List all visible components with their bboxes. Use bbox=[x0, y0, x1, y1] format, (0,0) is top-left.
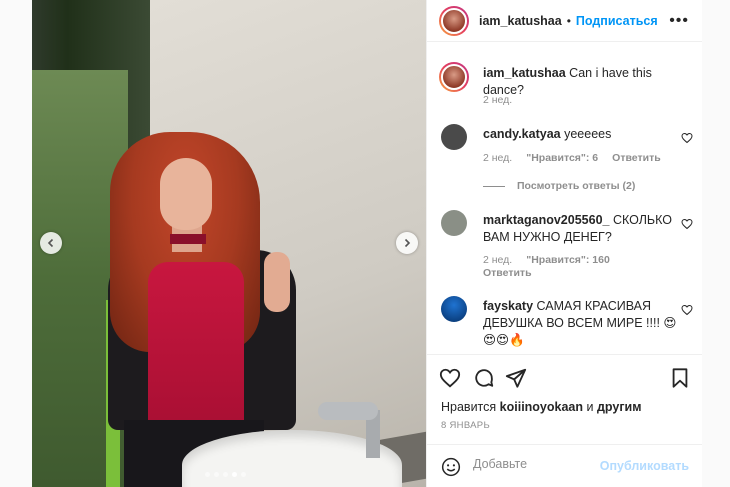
post-header: iam_katushaa • Подписаться ••• bbox=[427, 0, 703, 42]
post-side-panel: iam_katushaa • Подписаться ••• iam_katus… bbox=[426, 0, 703, 487]
carousel-dot bbox=[214, 472, 219, 477]
comment-body: yeeeees bbox=[564, 127, 612, 141]
header-separator: • bbox=[566, 13, 571, 28]
comment-row: marktaganov205560_ СКОЛЬКО ВАМ НУЖНО ДЕН… bbox=[439, 210, 695, 282]
likes-mid: и bbox=[586, 400, 594, 414]
comment-row: candy.katyaa yeeeees 2 нед. "Нравится": … bbox=[439, 124, 695, 194]
left-gutter bbox=[0, 0, 32, 487]
share-icon[interactable] bbox=[505, 367, 527, 389]
post-photo[interactable] bbox=[32, 0, 426, 487]
comment-text: marktaganov205560_ СКОЛЬКО ВАМ НУЖНО ДЕН… bbox=[483, 212, 679, 246]
comment-heart-icon[interactable] bbox=[681, 304, 693, 316]
comment-likes[interactable]: "Нравится": 6 bbox=[526, 152, 598, 164]
replies-line bbox=[483, 185, 505, 187]
comment-username[interactable]: fayskaty bbox=[483, 299, 533, 313]
likes-others[interactable]: другим bbox=[597, 400, 642, 414]
caption-text: iam_katushaa Can i have this dance? bbox=[483, 65, 679, 99]
add-comment-row: Опубликовать bbox=[427, 444, 703, 487]
comment-time[interactable]: 2 нед. bbox=[483, 254, 512, 266]
carousel-dots bbox=[205, 472, 246, 477]
comment-heart-icon[interactable] bbox=[681, 218, 693, 230]
comment-time[interactable]: 2 нед. bbox=[483, 152, 512, 164]
photo-top bbox=[148, 262, 244, 432]
follow-button[interactable]: Подписаться bbox=[576, 14, 658, 28]
carousel-dot bbox=[241, 472, 246, 477]
likes-prefix: Нравится bbox=[441, 400, 497, 414]
more-icon[interactable]: ••• bbox=[669, 12, 689, 30]
comment-avatar[interactable] bbox=[441, 296, 467, 322]
comment-username[interactable]: candy.katyaa bbox=[483, 127, 561, 141]
publish-button[interactable]: Опубликовать bbox=[600, 459, 689, 473]
comment-text: fayskaty САМАЯ КРАСИВАЯ ДЕВУШКА ВО ВСЕМ … bbox=[483, 298, 679, 349]
likes-user[interactable]: koiiinoyokaan bbox=[500, 400, 583, 414]
photo-arm bbox=[264, 252, 290, 312]
right-gutter bbox=[702, 0, 730, 487]
carousel-dot bbox=[205, 472, 210, 477]
likes-summary: Нравится koiiinoyokaan и другим bbox=[441, 400, 641, 414]
emoji-icon[interactable] bbox=[441, 457, 461, 477]
comment-heart-icon[interactable] bbox=[681, 132, 693, 144]
comment-meta: 2 нед. "Нравится": 160 bbox=[483, 254, 610, 266]
comment-reply-button[interactable]: Ответить bbox=[612, 152, 661, 164]
chevron-right-icon bbox=[404, 238, 411, 248]
comment-username[interactable]: marktaganov205560_ bbox=[483, 213, 609, 227]
comment-reply-button[interactable]: Ответить bbox=[483, 267, 532, 279]
previous-slide-button[interactable] bbox=[40, 232, 62, 254]
caption-meta: 2 нед. bbox=[483, 94, 512, 106]
post-date[interactable]: 8 ЯНВАРЬ bbox=[441, 420, 490, 431]
comment-text: candy.katyaa yeeeees bbox=[483, 126, 679, 143]
comments-list: iam_katushaa Can i have this dance? 2 не… bbox=[427, 42, 703, 354]
chevron-left-icon bbox=[47, 238, 54, 248]
caption-avatar[interactable] bbox=[439, 62, 469, 92]
comment-icon[interactable] bbox=[473, 367, 495, 389]
photo-face bbox=[160, 158, 212, 230]
post-actions bbox=[427, 354, 703, 398]
comment-input[interactable] bbox=[473, 457, 603, 471]
author-avatar[interactable] bbox=[439, 5, 469, 36]
carousel-dot bbox=[232, 472, 237, 477]
bookmark-icon[interactable] bbox=[669, 367, 691, 389]
comment-avatar[interactable] bbox=[441, 124, 467, 150]
heart-icon[interactable] bbox=[439, 367, 461, 389]
comment-avatar[interactable] bbox=[441, 210, 467, 236]
view-replies-label: Посмотреть ответы (2) bbox=[517, 180, 636, 192]
next-slide-button[interactable] bbox=[396, 232, 418, 254]
comment-meta-reply: Ответить bbox=[483, 267, 532, 279]
carousel-dot bbox=[223, 472, 228, 477]
comment-likes[interactable]: "Нравится": 160 bbox=[526, 254, 610, 266]
caption-time[interactable]: 2 нед. bbox=[483, 94, 512, 106]
view-replies-button[interactable]: Посмотреть ответы (2) bbox=[483, 180, 635, 192]
photo-faucet bbox=[318, 402, 378, 420]
comment-row: fayskaty САМАЯ КРАСИВАЯ ДЕВУШКА ВО ВСЕМ … bbox=[439, 296, 695, 352]
caption-username[interactable]: iam_katushaa bbox=[483, 66, 566, 80]
photo-choker bbox=[170, 234, 206, 244]
caption-row: iam_katushaa Can i have this dance? 2 не… bbox=[439, 62, 695, 114]
comment-meta: 2 нед. "Нравится": 6 Ответить bbox=[483, 152, 661, 164]
author-username[interactable]: iam_katushaa bbox=[479, 14, 562, 28]
